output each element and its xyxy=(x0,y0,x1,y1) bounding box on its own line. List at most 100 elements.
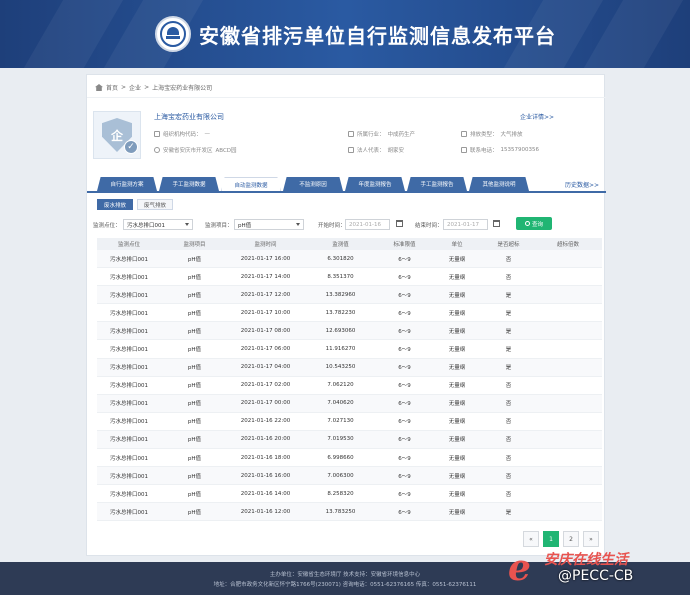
data-table: 监测点位 监测项目 监测时间 监测值 标准限值 单位 是否超标 超标倍数 污水总… xyxy=(97,238,602,522)
table-cell: pH值 xyxy=(187,419,202,426)
id-card-icon xyxy=(154,131,160,137)
table-cell: pH值 xyxy=(187,256,202,263)
table-cell: 无量纲 xyxy=(448,292,466,299)
table-cell: 2021-01-17 14:00 xyxy=(240,273,291,280)
end-time-input[interactable]: 2021-01-17 xyxy=(443,219,488,230)
site-header: 安徽省排污单位自行监测信息发布平台 xyxy=(0,0,690,68)
prev-page-button[interactable]: « xyxy=(523,531,539,547)
table-cell: 无量纲 xyxy=(448,256,466,263)
start-time-input[interactable]: 2021-01-16 xyxy=(345,219,390,230)
table-cell: 否 xyxy=(505,473,512,480)
table-cell: 污水总排口001 xyxy=(110,292,148,299)
header-cell: 监测时间 xyxy=(254,242,277,248)
tab-other-notes[interactable]: 其他监测说明 xyxy=(469,177,529,191)
table-row: 污水总排口001 pH值 2021-01-16 12:00 13.783250 6～9 无… xyxy=(97,503,602,522)
table-cell: 6.998660 xyxy=(327,454,354,461)
info-label: 所属行业： xyxy=(357,132,385,138)
company-detail-link[interactable]: 企业详情>> xyxy=(520,112,554,121)
tab-monitoring-plan[interactable]: 自行监测方案 xyxy=(97,177,157,191)
next-page-button[interactable]: » xyxy=(583,531,599,547)
table-cell: 2021-01-17 04:00 xyxy=(240,364,291,371)
filter-bar: 监测点位： 污水总排口001 监测项目： pH值 开始时间： 2021-01-1… xyxy=(93,217,603,231)
table-cell: 污水总排口001 xyxy=(110,473,148,480)
table-cell: 6～9 xyxy=(398,419,411,426)
watermark: e 安庆在线生活 @PECC-CB xyxy=(508,546,690,595)
table-cell: 12.693060 xyxy=(325,327,356,334)
tab-auto-data[interactable]: 自动监测数据 xyxy=(221,177,281,191)
table-cell: 6～9 xyxy=(398,401,411,408)
table-row: 污水总排口001 pH值 2021-01-16 16:00 7.006300 6～9 无量… xyxy=(97,467,602,486)
table-cell: pH值 xyxy=(187,455,202,462)
subtab-wastewater[interactable]: 废水排放 xyxy=(97,199,134,210)
table-cell: pH值 xyxy=(187,473,202,480)
table-cell: 2021-01-17 16:00 xyxy=(240,255,291,262)
outlet-select[interactable]: 污水总排口001 xyxy=(123,219,193,230)
subtab-wastegas[interactable]: 废气排放 xyxy=(137,199,174,210)
breadcrumb-home[interactable]: 首页 xyxy=(106,83,118,92)
table-cell: pH值 xyxy=(187,328,202,335)
table-cell: 污水总排口001 xyxy=(110,365,148,372)
table-cell: 无量纲 xyxy=(448,437,466,444)
breadcrumb-level1[interactable]: 企业 xyxy=(129,83,141,92)
tab-annual-report[interactable]: 年度监测报告 xyxy=(345,177,405,191)
table-row: 污水总排口001 pH值 2021-01-16 20:00 7.019530 6～9 无量… xyxy=(97,430,602,450)
user-icon xyxy=(348,131,354,137)
calendar-icon[interactable] xyxy=(396,220,403,227)
page-2-button[interactable]: 2 xyxy=(563,531,579,547)
info-label: 联系电话： xyxy=(470,148,498,154)
table-cell: 是 xyxy=(505,509,512,516)
table-cell: 否 xyxy=(505,256,512,263)
chevron-down-icon xyxy=(185,223,189,226)
history-data-link[interactable]: 历史数据>> xyxy=(565,180,599,189)
table-cell: 2021-01-17 10:00 xyxy=(240,309,291,316)
company-logo: 企 ✓ xyxy=(93,111,141,159)
main-card: 首页 > 企业 > 上海宝宏药业有限公司 企 ✓ 上海宝宏药业有限公司 企业详情… xyxy=(86,74,606,556)
table-row: 污水总排口001 pH值 2021-01-16 22:00 7.027130 6～9 无量… xyxy=(97,413,602,431)
page-1-button[interactable]: 1 xyxy=(543,531,559,547)
table-cell: 否 xyxy=(505,274,512,281)
table-row: 污水总排口001 pH值 2021-01-17 16:00 6.301820 6～9 无量… xyxy=(97,250,602,269)
watermark-logo: e xyxy=(508,547,531,589)
header-cell: 监测值 xyxy=(332,242,349,248)
table-cell: 否 xyxy=(505,419,512,426)
info-label: 法人代表： xyxy=(357,148,385,154)
info-value: ABCD园 xyxy=(215,148,237,154)
query-button-label: 查询 xyxy=(531,221,543,228)
table-cell: 6～9 xyxy=(398,274,411,281)
tab-manual-data[interactable]: 手工监测数据 xyxy=(159,177,219,191)
table-cell: 6～9 xyxy=(398,365,411,372)
table-cell: 2021-01-16 16:00 xyxy=(240,472,291,479)
subtabs: 废水排放 废气排放 xyxy=(97,199,174,210)
home-icon[interactable] xyxy=(95,84,103,91)
table-cell: 污水总排口001 xyxy=(110,455,148,462)
tabs-underline xyxy=(87,191,606,193)
header-cell: 监测项目 xyxy=(183,242,206,248)
tab-manual-report[interactable]: 手工监测报告 xyxy=(407,177,467,191)
item-select[interactable]: pH值 xyxy=(234,219,304,230)
header-cell: 标准限值 xyxy=(393,242,416,248)
table-cell: 是 xyxy=(505,365,512,372)
table-body: 污水总排口001 pH值 2021-01-17 16:00 6.301820 6～9 无量… xyxy=(97,250,602,522)
pagination: « 1 2 » xyxy=(523,531,599,547)
table-cell: 否 xyxy=(505,437,512,444)
table-cell: 污水总排口001 xyxy=(110,256,148,263)
info-value: 大气排放 xyxy=(500,132,523,138)
table-row: 污水总排口001 pH值 2021-01-17 10:00 13.782230 6～9 无… xyxy=(97,304,602,323)
query-button[interactable]: 查询 xyxy=(516,217,552,230)
calendar-icon[interactable] xyxy=(493,220,500,227)
table-cell: pH值 xyxy=(187,292,202,299)
info-value: — xyxy=(204,131,211,137)
info-label: 组织机构代码： xyxy=(163,132,202,138)
tab-no-monitor-reason[interactable]: 不监测原因 xyxy=(283,177,343,191)
table-cell: 污水总排口001 xyxy=(110,274,148,281)
table-row: 污水总排口001 pH值 2021-01-17 00:00 7.040620 6～9 无量… xyxy=(97,394,602,413)
table-cell: pH值 xyxy=(187,437,202,444)
table-cell: 无量纲 xyxy=(448,509,466,516)
divider xyxy=(87,97,606,98)
emission-type-info: 排放类型： 大气排放 xyxy=(461,130,523,138)
table-cell: 污水总排口001 xyxy=(110,328,148,335)
industry-info: 所属行业： 中成药生产 xyxy=(348,130,415,138)
table-cell: 10.543250 xyxy=(325,364,356,371)
table-row: 污水总排口001 pH值 2021-01-17 06:00 11.916270 6～9 无… xyxy=(97,340,602,359)
header-cell: 单位 xyxy=(451,242,463,248)
